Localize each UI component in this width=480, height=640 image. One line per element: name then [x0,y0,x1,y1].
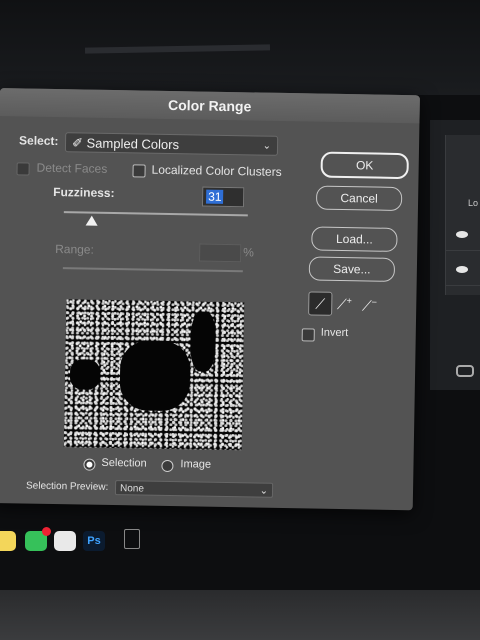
invert-label: Invert [320,326,349,340]
layers-panel [445,135,480,295]
eyedropper-plus-icon[interactable]: ⟋⁺ [333,293,355,315]
layer-row[interactable] [446,220,480,251]
image-radio-label: Image [180,458,212,471]
link-layers-icon[interactable] [456,365,474,377]
invert-checkbox[interactable] [301,328,315,342]
generic-app-icon[interactable] [54,531,76,551]
notes-app-icon[interactable] [0,531,16,551]
dialog-title: Color Range [0,88,420,124]
eyedropper-icon[interactable]: ⟋ [308,291,333,316]
localized-clusters-checkbox[interactable] [132,164,146,178]
screen-photo: Lo Color Range Select: ✐ Sampled Colors … [0,0,480,640]
photoshop-app-icon[interactable]: Ps [83,531,105,551]
select-value: Sampled Colors [86,135,180,153]
trash-icon[interactable] [124,529,140,549]
cancel-button[interactable]: Cancel [315,185,403,212]
range-unit: % [243,245,254,260]
photoshop-workspace [430,120,480,390]
selection-preview-image [63,299,245,451]
detect-faces-label: Detect Faces [36,160,108,176]
fuzziness-label: Fuzziness: [53,184,115,201]
range-label: Range: [55,241,95,257]
image-radio[interactable] [161,459,174,473]
selection-radio-label: Selection [101,456,147,470]
select-dropdown[interactable]: ✐ Sampled Colors ⌄ [64,132,279,156]
save-button[interactable]: Save... [308,256,396,282]
layers-panel-label: Lo [468,198,479,208]
range-input [199,243,242,263]
selection-preview-value: None [119,483,145,495]
preview-shadow-region [69,359,101,390]
dock: Ps [0,525,160,555]
monitor-bezel [0,590,480,640]
eyedropper-small-icon: ✐ [71,135,84,151]
chevron-down-icon: ⌄ [259,485,269,497]
fuzziness-value: 31 [206,189,224,204]
ok-button[interactable]: OK [320,151,409,180]
localized-clusters-label: Localized Color Clusters [151,162,282,179]
chevron-down-icon: ⌄ [262,140,272,152]
eye-icon[interactable] [456,231,468,238]
select-label: Select: [18,133,59,149]
color-range-dialog: Color Range Select: ✐ Sampled Colors ⌄ D… [0,88,420,511]
selection-radio[interactable] [83,458,96,471]
fuzziness-input[interactable]: 31 [201,186,245,208]
eyedropper-minus-icon[interactable]: ⟋⁻ [358,294,380,316]
layer-row[interactable] [446,255,480,286]
load-button[interactable]: Load... [311,226,398,252]
notification-badge [42,527,51,536]
range-slider-track [62,267,243,273]
selection-preview-dropdown[interactable]: None ⌄ [114,480,274,498]
fuzziness-slider-thumb[interactable] [85,215,98,226]
selection-preview-label: Selection Preview: [25,480,109,493]
preview-shadow-region [190,311,217,372]
detect-faces-checkbox[interactable] [16,162,30,176]
eye-icon[interactable] [456,266,468,273]
preview-shadow-region [119,340,191,412]
